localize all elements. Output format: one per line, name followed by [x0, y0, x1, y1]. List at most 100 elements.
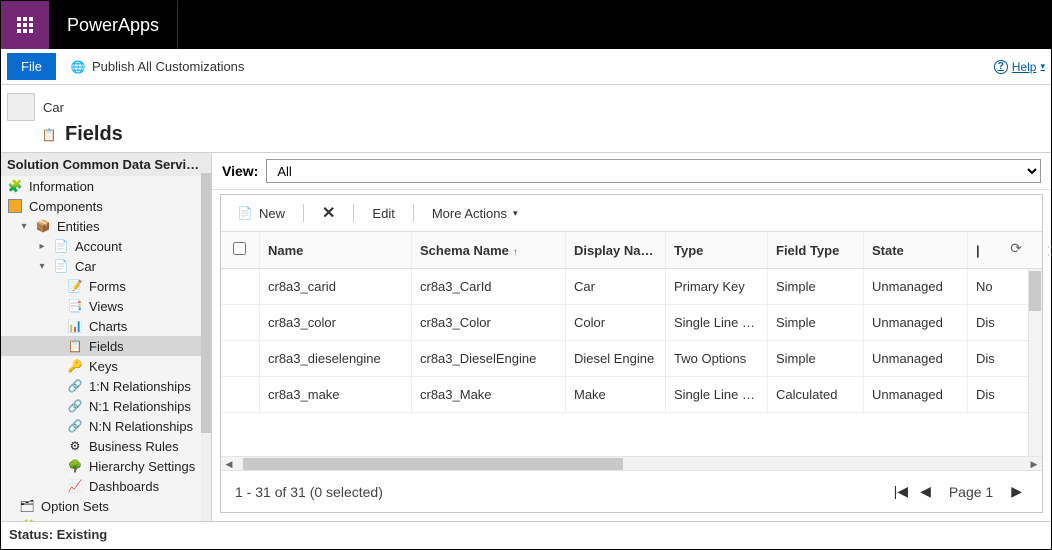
client-ext-icon: 🧩 — [19, 518, 35, 521]
column-name[interactable]: Name — [259, 233, 411, 268]
cell-schema: cr8a3_CarId — [411, 269, 565, 304]
sidebar-label: Information — [29, 179, 94, 194]
sidebar-scrollbar-thumb[interactable] — [201, 173, 211, 433]
sidebar-item-forms[interactable]: 📝Forms — [1, 276, 211, 296]
grid-toolbar: 📄 New ✕ Edit More Actions ▾ — [221, 195, 1042, 232]
scroll-left-button[interactable]: ◀ — [221, 457, 237, 471]
table-row[interactable]: cr8a3_carid cr8a3_CarId Car Primary Key … — [221, 269, 1042, 305]
sidebar-item-entities[interactable]: ▾ 📦 Entities — [1, 216, 211, 236]
sidebar-item-1n-rel[interactable]: 🔗 1:N Relationships — [1, 376, 211, 396]
cell-name: cr8a3_make — [259, 377, 411, 412]
sidebar-item-views[interactable]: 📑 Views — [1, 296, 211, 316]
sidebar-item-keys[interactable]: 🔑Keys — [1, 356, 211, 376]
more-actions-button[interactable]: More Actions ▾ — [424, 204, 526, 223]
sidebar-item-hierarchy[interactable]: 🌳Hierarchy Settings — [1, 456, 211, 476]
sidebar-label: Views — [89, 299, 123, 314]
sidebar-label: N:N Relationships — [89, 419, 193, 434]
view-label: View: — [222, 163, 258, 179]
sidebar-item-components[interactable]: Components — [1, 196, 211, 216]
table-row[interactable]: cr8a3_color cr8a3_Color Color Single Lin… — [221, 305, 1042, 341]
sidebar-item-nn-rel[interactable]: 🔗N:N Relationships — [1, 416, 211, 436]
globe-publish-icon: 🌐 — [70, 59, 86, 75]
column-field-type[interactable]: Field Type — [767, 233, 863, 268]
cell-ftype: Calculated — [767, 377, 863, 412]
column-type[interactable]: Type — [665, 233, 767, 268]
sidebar-label: 1:N Relationships — [89, 379, 191, 394]
grid-horizontal-scrollbar[interactable]: ◀ ▶ — [221, 456, 1042, 470]
sidebar-item-dashboards[interactable]: 📈 Dashboards — [1, 476, 211, 496]
publish-button[interactable]: 🌐 Publish All Customizations — [64, 56, 250, 78]
view-selector-row: View: All — [212, 153, 1051, 190]
toolbar-separator — [353, 204, 354, 222]
fields-icon: 📋 — [67, 338, 83, 354]
sidebar-label: Forms — [89, 279, 126, 294]
expand-icon[interactable]: ▾ — [19, 221, 29, 232]
select-all-column[interactable] — [221, 232, 259, 268]
chevron-down-icon: ▾ — [513, 208, 518, 219]
edit-button[interactable]: Edit — [364, 204, 402, 223]
page-title: Fields — [65, 123, 123, 146]
dashboards-icon: 📈 — [67, 478, 83, 494]
sidebar-item-information[interactable]: 🧩 Information — [1, 176, 211, 196]
sidebar-item-charts[interactable]: 📊Charts — [1, 316, 211, 336]
column-state[interactable]: State — [863, 233, 967, 268]
table-row[interactable]: cr8a3_dieselengine cr8a3_DieselEngine Di… — [221, 341, 1042, 377]
cell-ftype: Simple — [767, 305, 863, 340]
cell-cust: Dis — [967, 341, 1007, 376]
sidebar-item-account[interactable]: ▸ 📄 Account — [1, 236, 211, 256]
publish-label: Publish All Customizations — [92, 59, 244, 74]
sidebar-label: Dashboards — [89, 479, 159, 494]
sidebar-item-option-sets[interactable]: 🗂Option Sets — [1, 496, 211, 516]
grid-header: Name Schema Name↑ Display Name Type Fiel… — [221, 232, 1042, 269]
row-checkbox-cell[interactable] — [221, 385, 259, 405]
select-all-checkbox[interactable] — [233, 242, 246, 255]
refresh-button[interactable]: ⟳ — [1010, 240, 1022, 257]
splitter-handle[interactable]: ⋮⋮ — [1049, 242, 1051, 258]
charts-icon: 📊 — [67, 318, 83, 334]
help-link[interactable]: ? Help ▾ — [994, 60, 1045, 74]
sidebar-item-business-rules[interactable]: ⚙Business Rules — [1, 436, 211, 456]
file-button[interactable]: File — [7, 53, 56, 80]
views-icon: 📑 — [67, 298, 83, 314]
expand-icon[interactable]: ▸ — [37, 241, 47, 252]
column-customizable[interactable]: | — [967, 233, 1007, 268]
scroll-right-button[interactable]: ▶ — [1026, 457, 1042, 471]
prev-page-button[interactable]: ◀ — [914, 481, 937, 502]
row-checkbox-cell[interactable] — [221, 349, 259, 369]
topbar-separator — [177, 1, 178, 49]
sidebar-item-client-extensions[interactable]: 🧩 Client Extensions — [1, 516, 211, 521]
cell-cust: Dis — [967, 377, 1007, 412]
app-launcher-button[interactable] — [1, 1, 49, 49]
cell-state: Unmanaged — [863, 269, 967, 304]
row-checkbox-cell[interactable] — [221, 277, 259, 297]
row-checkbox-cell[interactable] — [221, 313, 259, 333]
breadcrumb-entity[interactable]: Car — [43, 100, 64, 115]
sidebar-item-n1-rel[interactable]: 🔗N:1 Relationships — [1, 396, 211, 416]
table-row[interactable]: cr8a3_make cr8a3_Make Make Single Line o… — [221, 377, 1042, 413]
column-display[interactable]: Display Name — [565, 233, 665, 268]
delete-button[interactable]: ✕ — [314, 201, 343, 225]
sidebar-item-car[interactable]: ▾ 📄 Car — [1, 256, 211, 276]
first-page-button[interactable]: |◀ — [888, 481, 914, 502]
column-schema[interactable]: Schema Name↑ — [411, 233, 565, 268]
cell-cust: Dis — [967, 305, 1007, 340]
cell-type: Two Options — [665, 341, 767, 376]
sidebar-label: Client Extensions — [41, 519, 141, 522]
sidebar-item-fields[interactable]: 📋Fields — [1, 336, 211, 356]
record-summary: 1 - 31 of 31 (0 selected) — [235, 484, 383, 500]
help-label: Help — [1012, 60, 1037, 74]
waffle-icon — [17, 17, 33, 33]
next-page-button[interactable]: ▶ — [1005, 481, 1028, 502]
sidebar-label: Entities — [57, 219, 100, 234]
toolbar-separator — [303, 204, 304, 222]
cell-name: cr8a3_carid — [259, 269, 411, 304]
grid-horizontal-scrollbar-thumb[interactable] — [243, 458, 623, 470]
grid-vertical-scrollbar-thumb[interactable] — [1029, 271, 1041, 311]
sidebar-label: Hierarchy Settings — [89, 459, 195, 474]
new-button[interactable]: 📄 New — [229, 203, 293, 223]
entity-icon: 📄 — [53, 238, 69, 254]
expand-icon[interactable]: ▾ — [37, 261, 47, 272]
relationship-icon: 🔗 — [67, 378, 83, 394]
sort-asc-icon: ↑ — [513, 247, 518, 258]
view-dropdown[interactable]: All — [266, 159, 1041, 183]
